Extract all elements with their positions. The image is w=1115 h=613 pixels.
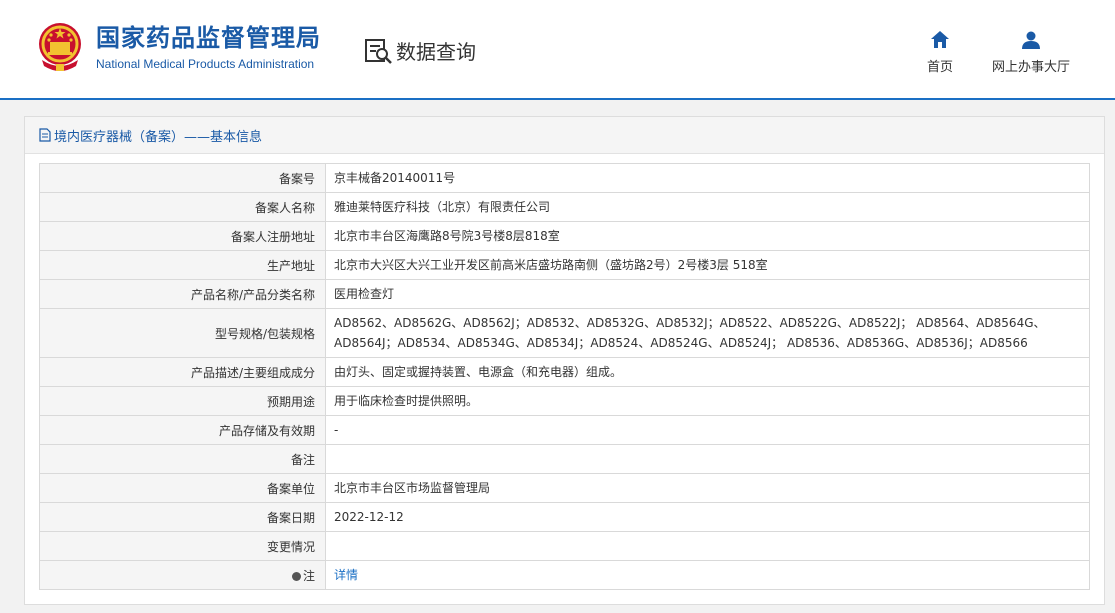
details-link[interactable]: 详情 — [334, 568, 358, 582]
table-row: 备案号 京丰械备20140011号 — [39, 163, 1090, 193]
table-row: 备案人名称 雅迪莱特医疗科技（北京）有限责任公司 — [39, 192, 1090, 222]
field-label: 备案单位 — [39, 473, 326, 503]
field-value: 2022-12-12 — [325, 502, 1090, 532]
field-label: 备案号 — [39, 163, 326, 193]
field-value: 医用检查灯 — [325, 279, 1090, 309]
field-label: 备案日期 — [39, 502, 326, 532]
field-value: 用于临床检查时提供照明。 — [325, 386, 1090, 416]
basic-info-table: 备案号 京丰械备20140011号 备案人名称 雅迪莱特医疗科技（北京）有限责任公司备… — [39, 163, 1090, 590]
field-value: AD8562、AD8562G、AD8562J；AD8532、AD8532G、AD… — [325, 308, 1090, 358]
nav-online-hall[interactable]: 网上办事大厅 — [988, 30, 1074, 75]
note-row: 注 详情 — [39, 560, 1090, 590]
table-row: 变更情况 — [39, 531, 1090, 561]
table-row: 产品存储及有效期 - — [39, 415, 1090, 445]
info-panel: 境内医疗器械（备案）——基本信息 备案号 京丰械备20140011号 备案人名称 雅迪… — [24, 116, 1105, 605]
field-value: 北京市丰台区市场监督管理局 — [325, 473, 1090, 503]
panel-title-bar: 境内医疗器械（备案）——基本信息 — [25, 117, 1104, 154]
table-row: 预期用途 用于临床检查时提供照明。 — [39, 386, 1090, 416]
national-emblem-icon — [39, 23, 81, 71]
field-label: 变更情况 — [39, 531, 326, 561]
org-name-cn: 国家药品监督管理局 — [96, 24, 321, 52]
field-label: 产品名称/产品分类名称 — [39, 279, 326, 309]
field-label: 生产地址 — [39, 250, 326, 280]
field-label: 备案人注册地址 — [39, 221, 326, 251]
note-value-cell: 详情 — [325, 560, 1090, 590]
field-label: 预期用途 — [39, 386, 326, 416]
table-row: 产品描述/主要组成成分 由灯头、固定或握持装置、电源盒（和充电器）组成。 — [39, 357, 1090, 387]
table-row: 备案单位 北京市丰台区市场监督管理局 — [39, 473, 1090, 503]
data-search-icon — [365, 38, 392, 64]
table-row: 备案人注册地址 北京市丰台区海鹰路8号院3号楼8层818室 — [39, 221, 1090, 251]
home-icon — [931, 31, 949, 48]
nav-online-hall-label: 网上办事大厅 — [991, 60, 1070, 75]
table-row: 生产地址 北京市大兴区大兴工业开发区前高米店盛坊路南侧（盛坊路2号）2号楼3层 5… — [39, 250, 1090, 280]
field-value: 北京市大兴区大兴工业开发区前高米店盛坊路南侧（盛坊路2号）2号楼3层 518室 — [325, 250, 1090, 280]
table-row: 备案日期 2022-12-12 — [39, 502, 1090, 532]
field-label: 备注 — [39, 444, 326, 474]
field-value: 由灯头、固定或握持装置、电源盒（和充电器）组成。 — [325, 357, 1090, 387]
bullet-icon — [291, 571, 301, 581]
note-label-cell: 注 — [39, 560, 326, 590]
logo[interactable]: 国家药品监督管理局 National Medical Products Admi… — [34, 20, 321, 74]
table-row: 备注 — [39, 444, 1090, 474]
user-icon — [1022, 31, 1040, 49]
document-icon — [39, 128, 51, 142]
table-row: 产品名称/产品分类名称 医用检查灯 — [39, 279, 1090, 309]
field-value: 北京市丰台区海鹰路8号院3号楼8层818室 — [325, 221, 1090, 251]
field-label: 型号规格/包装规格 — [39, 308, 326, 358]
table-row: 型号规格/包装规格 AD8562、AD8562G、AD8562J；AD8532、A… — [39, 308, 1090, 358]
site-header: 国家药品监督管理局 National Medical Products Admi… — [0, 0, 1115, 100]
field-value — [325, 444, 1090, 474]
query-title-text: 数据查询 — [396, 40, 476, 64]
note-label: 注 — [302, 568, 315, 583]
field-value — [325, 531, 1090, 561]
data-query-title: 数据查询 — [364, 36, 476, 65]
panel-title: 境内医疗器械（备案）——基本信息 — [54, 129, 263, 145]
field-value: 京丰械备20140011号 — [325, 163, 1090, 193]
nav-home-label: 首页 — [926, 60, 953, 75]
org-name-en: National Medical Products Administration — [96, 57, 315, 71]
field-label: 产品存储及有效期 — [39, 415, 326, 445]
nav-home[interactable]: 首页 — [922, 30, 958, 75]
field-label: 产品描述/主要组成成分 — [39, 357, 326, 387]
field-value: - — [325, 415, 1090, 445]
field-value: 雅迪莱特医疗科技（北京）有限责任公司 — [325, 192, 1090, 222]
field-label: 备案人名称 — [39, 192, 326, 222]
